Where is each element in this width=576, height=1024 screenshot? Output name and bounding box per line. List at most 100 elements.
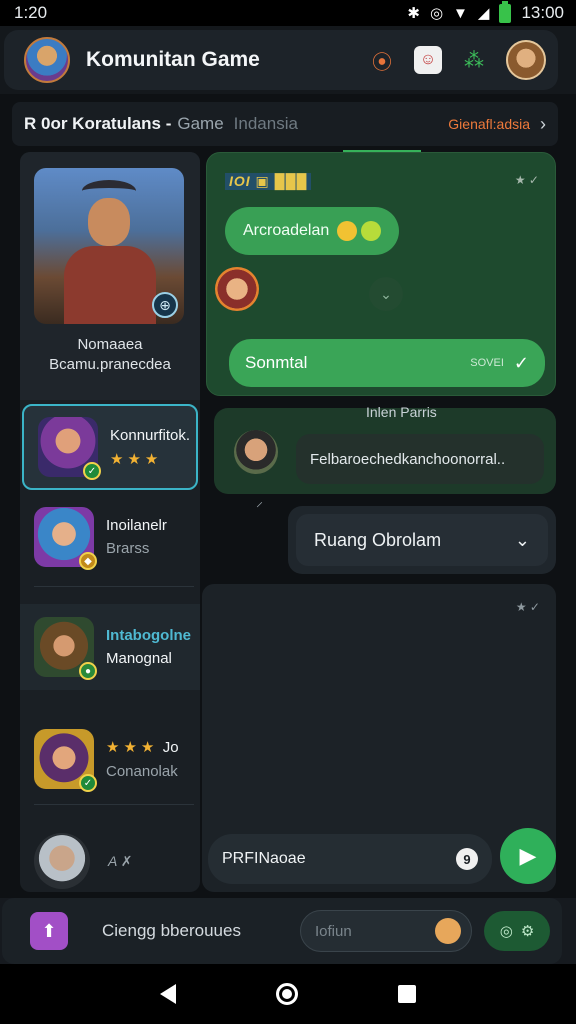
badge-icon: ●: [79, 662, 97, 680]
message-input[interactable]: PRFINaoae 9: [208, 834, 492, 884]
star-rating: ★★★: [106, 739, 159, 756]
top-icons: ⦿ ☺ ⁂: [368, 40, 546, 80]
breadcrumb-part-2[interactable]: Game: [177, 114, 223, 134]
breadcrumb: R 0or Koratulans - Game Indansia Gienafl…: [12, 102, 558, 146]
system-nav-bar: [0, 964, 576, 1024]
game-list-panel: ⊕ Nomaaea Bcamu.pranecdea ✓ Konnurfitok.…: [20, 152, 200, 892]
status-bar: 1:20 ✱ ◎ ▼ ◢ 13:00: [0, 0, 576, 26]
send-button[interactable]: ▶: [500, 828, 556, 884]
app-bar-inner: Komunitan Game ⦿ ☺ ⁂: [4, 30, 558, 90]
game-item-3[interactable]: ● Intabogolne Manognal: [20, 604, 200, 690]
featured-game-subtitle: Bcamu.pranecdea: [49, 356, 171, 373]
ball-emoji-icon: [361, 221, 382, 241]
filter-icon[interactable]: ⚙: [521, 922, 534, 940]
game-subtitle: Manognal: [106, 650, 172, 667]
check-icon: ✓: [513, 352, 529, 373]
bottom-bar-inner: ⬆ Ciengg bberouues Iofiun ◎ ⚙: [2, 898, 562, 964]
message-card: Felbaroechedkanchoonorral..: [214, 408, 556, 494]
app-title: Komunitan Game: [86, 48, 260, 71]
game-thumbnail: ◆: [34, 507, 97, 570]
attachment-icon[interactable]: 9: [456, 848, 478, 870]
game-title: Konnurfitok.: [110, 426, 191, 444]
badge-icon: ◆: [79, 552, 97, 570]
chat-header: IOI ▣ ███: [225, 173, 312, 190]
battery-icon: [499, 0, 512, 23]
message-bubble[interactable]: Felbaroechedkanchoonorral..: [296, 434, 544, 484]
bottom-actions[interactable]: ◎ ⚙: [484, 911, 550, 951]
hero-face-shape: [88, 198, 130, 246]
app-bar: Komunitan Game ⦿ ☺ ⁂: [0, 26, 576, 94]
tick-icon: ⸍: [256, 499, 263, 515]
game-item-4[interactable]: ✓ ★★★ Jo Conanolak: [20, 716, 200, 802]
badge-icon: ✓: [79, 774, 97, 792]
chat-card: IOI ▣ ███ ★ ✓ Arcroadelan ⌄ Sonmtal SOVE…: [206, 152, 556, 396]
game-title: Jo: [162, 739, 179, 756]
info-label: Inlen Parris: [366, 404, 437, 420]
room-dropdown: Ruang Obrolam ⌄: [288, 506, 556, 574]
community-avatar[interactable]: [24, 37, 70, 83]
featured-game-name: Nomaaea: [77, 336, 143, 353]
game-item-3-text: Intabogolne Manognal: [106, 627, 191, 667]
more-icon[interactable]: ★ ✓: [516, 600, 540, 614]
breadcrumb-link[interactable]: Gienafl:adsia: [448, 116, 530, 132]
play-send-icon: ▶: [519, 843, 537, 868]
group-icon[interactable]: ⁂: [460, 46, 488, 74]
bottom-search-input[interactable]: Iofiun: [300, 910, 472, 952]
status-time-left: 1:20: [14, 3, 48, 22]
game-title: Intabogolne: [106, 627, 191, 644]
game-thumbnail: ●: [34, 617, 97, 680]
hero-horn-shape: [82, 180, 136, 202]
game-item-1[interactable]: ✓ Konnurfitok. ★★★: [22, 404, 198, 490]
bottom-label: Ciengg bberouues: [102, 921, 241, 940]
room-select[interactable]: Ruang Obrolam ⌄: [296, 514, 548, 566]
room-label: Ruang Obrolam: [314, 529, 442, 550]
game-rating-row: ★★★ Jo: [106, 738, 179, 757]
game-item-1-text: Konnurfitok. ★★★: [110, 427, 190, 468]
game-subtitle: Conanolak: [106, 763, 178, 780]
game-item-2[interactable]: ◆ Inoilanelr Brarss: [20, 494, 200, 580]
people-icon[interactable]: ⦿: [368, 46, 396, 74]
submit-button[interactable]: Sonmtal SOVEI ✓: [229, 339, 545, 387]
current-user-row[interactable]: A ✗: [20, 830, 200, 892]
chevron-down-icon: ⌄: [514, 529, 530, 550]
chevron-down-icon[interactable]: ⌄: [369, 277, 403, 311]
game-thumbnail: ✓: [38, 417, 101, 480]
submit-sublabel: SOVEI: [470, 357, 504, 369]
breadcrumb-part-3[interactable]: Indansia: [234, 114, 298, 134]
user-avatar[interactable]: [506, 40, 546, 80]
status-icons: ✱ ◎ ▼ ◢ 13:00: [407, 0, 564, 23]
breadcrumb-part-1[interactable]: R 0or Koratulans -: [24, 114, 171, 134]
submit-label: Sonmtal: [245, 353, 308, 372]
game-thumbnail: ✓: [34, 729, 97, 792]
featured-game-image: ⊕: [34, 168, 184, 324]
signal-icon: ◢: [477, 5, 490, 22]
game-item-2-text: Inoilanelr Brarss: [106, 517, 167, 557]
game-title: Inoilanelr: [106, 517, 167, 534]
back-icon[interactable]: [160, 984, 176, 1004]
game-subtitle: Brarss: [106, 540, 150, 557]
shield-badge-icon: ⊕: [152, 292, 178, 318]
more-icon[interactable]: ★ ✓: [515, 173, 539, 187]
divider: [34, 804, 194, 805]
chat-avatar[interactable]: [215, 267, 259, 311]
chat-pill-label: Arcroadelan: [243, 222, 330, 239]
upload-icon[interactable]: ⬆: [30, 912, 68, 950]
shield-icon[interactable]: ◎: [500, 922, 513, 940]
featured-game-card[interactable]: ⊕ Nomaaea Bcamu.pranecdea: [20, 152, 200, 400]
status-time-right: 13:00: [521, 3, 564, 22]
divider: [34, 586, 194, 587]
message-input-text: PRFINaoae: [222, 850, 306, 867]
bottom-bar: ⬆ Ciengg bberouues Iofiun ◎ ⚙: [0, 898, 576, 964]
chevron-right-icon[interactable]: ›: [540, 114, 546, 135]
recent-apps-icon[interactable]: [398, 985, 416, 1003]
emoji-icon[interactable]: [435, 918, 461, 944]
chat-pill[interactable]: Arcroadelan: [225, 207, 400, 255]
bot-icon[interactable]: ☺: [414, 46, 442, 74]
hero-body-shape: [64, 246, 156, 324]
smile-emoji-icon: [337, 221, 358, 241]
game-item-4-text: ★★★ Jo Conanolak: [106, 738, 179, 780]
home-icon[interactable]: [276, 983, 298, 1005]
badge-icon: ✓: [83, 462, 101, 480]
message-avatar[interactable]: [234, 430, 278, 474]
bottom-search-placeholder: Iofiun: [315, 922, 352, 940]
